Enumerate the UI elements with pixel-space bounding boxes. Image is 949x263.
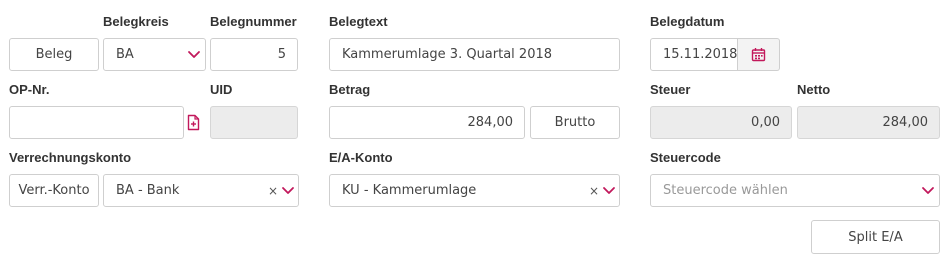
chevron-down-icon[interactable] — [920, 183, 936, 199]
belegkreis-label: Belegkreis — [103, 14, 169, 29]
betrag-value: 284,00 — [467, 115, 514, 130]
verrechnungskonto-select[interactable]: BA - Bank × — [103, 174, 299, 207]
betrag-label: Betrag — [329, 82, 371, 97]
op-nr-label: OP-Nr. — [9, 82, 50, 97]
belegkreis-value: BA — [116, 47, 134, 62]
betrag-input[interactable]: 284,00 — [329, 106, 525, 139]
verr-konto-button[interactable]: Verr.-Konto — [9, 174, 99, 207]
ea-konto-select[interactable]: KU - Kammerumlage × — [329, 174, 620, 207]
steuer-value: 0,00 — [751, 115, 780, 130]
steuer-label: Steuer — [650, 82, 691, 97]
steuer-input: 0,00 — [650, 106, 792, 139]
belegdatum-label: Belegdatum — [650, 14, 725, 29]
steuercode-placeholder: Steuercode wählen — [663, 183, 788, 198]
beleg-button[interactable]: Beleg — [9, 38, 99, 71]
ea-konto-label: E/A-Konto — [329, 150, 393, 165]
belegdatum-input[interactable]: 15.11.2018 — [650, 38, 738, 71]
steuercode-label: Steuercode — [650, 150, 721, 165]
clear-icon[interactable]: × — [589, 184, 599, 198]
belegtext-value: Kammerumlage 3. Quartal 2018 — [342, 47, 553, 62]
belegkreis-select[interactable]: BA — [103, 38, 206, 71]
chevron-down-icon[interactable] — [186, 47, 202, 63]
add-document-icon[interactable] — [187, 114, 200, 131]
belegtext-input[interactable]: Kammerumlage 3. Quartal 2018 — [329, 38, 620, 71]
uid-input — [210, 106, 298, 139]
belegnummer-input[interactable]: 5 — [210, 38, 298, 71]
chevron-down-icon[interactable] — [280, 183, 296, 199]
verr-konto-button-label: Verr.-Konto — [18, 183, 90, 198]
op-nr-input[interactable] — [9, 106, 184, 139]
belegdatum-value: 15.11.2018 — [663, 47, 738, 62]
netto-label: Netto — [797, 82, 831, 97]
brutto-button-label: Brutto — [554, 115, 596, 130]
netto-value: 284,00 — [882, 115, 929, 130]
verrechnungskonto-value: BA - Bank — [116, 183, 180, 198]
netto-input: 284,00 — [797, 106, 940, 139]
ea-konto-value: KU - Kammerumlage — [342, 183, 477, 198]
split-ea-button[interactable]: Split E/A — [811, 220, 940, 254]
calendar-icon — [751, 48, 766, 62]
steuercode-select[interactable]: Steuercode wählen — [650, 174, 940, 207]
beleg-button-label: Beleg — [35, 47, 73, 62]
belegtext-label: Belegtext — [329, 14, 388, 29]
split-ea-button-label: Split E/A — [848, 229, 903, 245]
verrechnungskonto-label: Verrechnungskonto — [9, 150, 132, 165]
belegnummer-value: 5 — [277, 47, 286, 62]
chevron-down-icon[interactable] — [601, 183, 617, 199]
calendar-button[interactable] — [738, 38, 780, 71]
belegnummer-label: Belegnummer — [210, 14, 297, 29]
uid-label: UID — [210, 82, 233, 97]
brutto-button[interactable]: Brutto — [530, 106, 620, 139]
clear-icon[interactable]: × — [268, 184, 278, 198]
